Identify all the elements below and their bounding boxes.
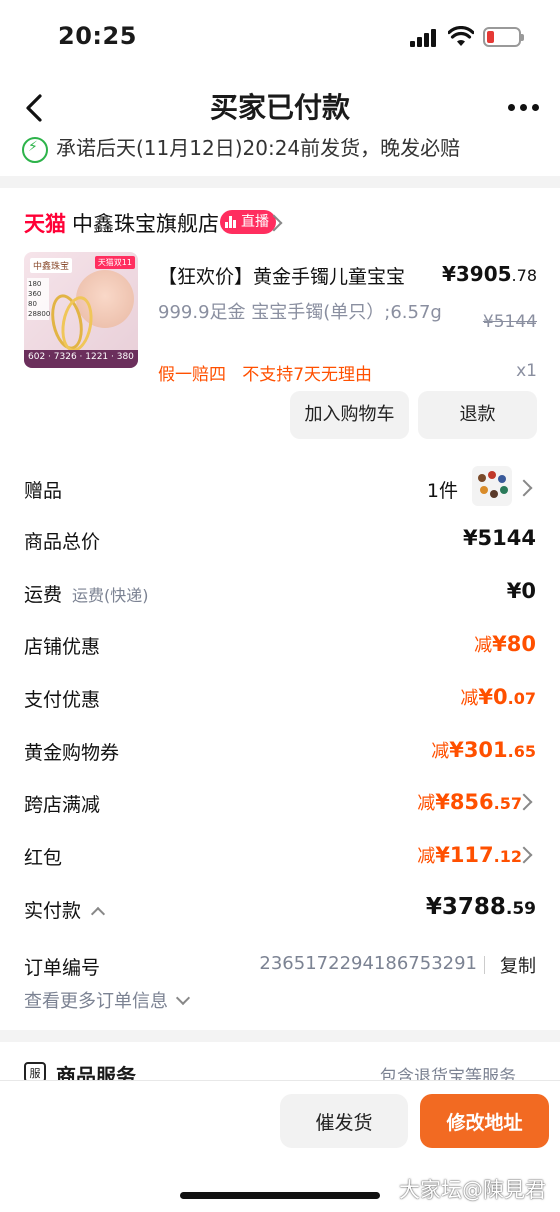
product-tags: 假一赔四 不支持7天无理由: [158, 365, 373, 385]
thumb-tag: 天猫双11: [94, 256, 135, 269]
payment-discount-label: 支付优惠: [24, 689, 101, 711]
shipping-promise: 承诺后天(11月12日)20:24前发货，晚发必赔: [0, 126, 560, 176]
battery-icon: [483, 27, 524, 47]
order-number: 2365172294186753291: [259, 953, 477, 974]
thumb-price-strip: 602 · 7326 · 1221 · 380: [24, 350, 138, 368]
chevron-right-icon[interactable]: [515, 479, 533, 497]
thumb-logo: 中鑫珠宝: [30, 258, 73, 273]
refund-button[interactable]: 退款: [418, 391, 537, 439]
total-price-label: 商品总价: [24, 531, 101, 553]
more-icon[interactable]: [506, 94, 542, 122]
promise-text: 承诺后天(11月12日)20:24前发货，晚发必赔: [56, 136, 461, 160]
red-packet-value[interactable]: 减¥117.12: [417, 842, 522, 868]
original-price: ¥5144: [482, 312, 537, 332]
home-indicator[interactable]: [180, 1192, 380, 1199]
red-packet-label: 红包: [24, 847, 63, 869]
more-order-info[interactable]: 查看更多订单信息: [24, 987, 191, 1013]
modify-address-button[interactable]: 修改地址: [420, 1094, 549, 1148]
chevron-up-icon: [90, 906, 106, 922]
gift-count: 1件: [426, 480, 458, 502]
watermark: 大家坛@陳見君: [399, 1178, 546, 1202]
cross-store-value[interactable]: 减¥856.57: [417, 789, 522, 815]
payment-discount-value: 减¥0.07: [460, 685, 536, 709]
gold-coupon-label: 黄金购物券: [24, 742, 120, 764]
product-image[interactable]: 中鑫珠宝 天猫双11 180 360 80 28800 602 · 7326 ·…: [24, 252, 138, 368]
thumb-side-prices: 180 360 80 28800: [27, 278, 51, 320]
product-price: ¥3905.78: [441, 262, 537, 286]
shipping-value: ¥0: [506, 579, 536, 603]
total-price-value: ¥5144: [462, 526, 536, 550]
store-discount-label: 店铺优惠: [24, 636, 101, 658]
divider: [484, 956, 485, 974]
gift-image[interactable]: [472, 466, 512, 506]
signal-icon: [410, 27, 438, 47]
shipping-label: 运费 运费(快递): [24, 584, 149, 606]
product-title[interactable]: 【狂欢价】黄金手镯儿童宝宝: [158, 262, 405, 289]
status-time: 20:25: [58, 22, 137, 50]
tmall-logo: 天猫: [24, 212, 66, 236]
store-discount-value: 减¥80: [474, 632, 536, 656]
lightning-icon: [22, 136, 48, 163]
paid-label[interactable]: 实付款: [24, 896, 106, 923]
cross-store-label: 跨店满减: [24, 794, 101, 816]
wifi-icon: [448, 26, 474, 46]
copy-button[interactable]: 复制: [500, 952, 536, 978]
paid-value: ¥3788.59: [425, 894, 536, 920]
order-number-label: 订单编号: [24, 957, 101, 979]
product-quantity: x1: [516, 361, 537, 381]
chevron-down-icon: [175, 990, 191, 1006]
shipping-sub: 运费(快递): [72, 586, 149, 605]
add-to-cart-button[interactable]: 加入购物车: [290, 391, 409, 439]
section-divider: [0, 1030, 560, 1042]
gift-label: 赠品: [24, 480, 63, 502]
section-divider: [0, 176, 560, 188]
urge-shipping-button[interactable]: 催发货: [280, 1094, 408, 1148]
product-spec: 999.9足金 宝宝手镯(单只）;6.57g: [158, 302, 442, 323]
live-icon: [225, 216, 237, 228]
store-name[interactable]: 中鑫珠宝旗舰店: [72, 208, 219, 238]
page-title: 买家已付款: [209, 91, 350, 124]
gold-coupon-value: 减¥301.65: [431, 738, 536, 762]
